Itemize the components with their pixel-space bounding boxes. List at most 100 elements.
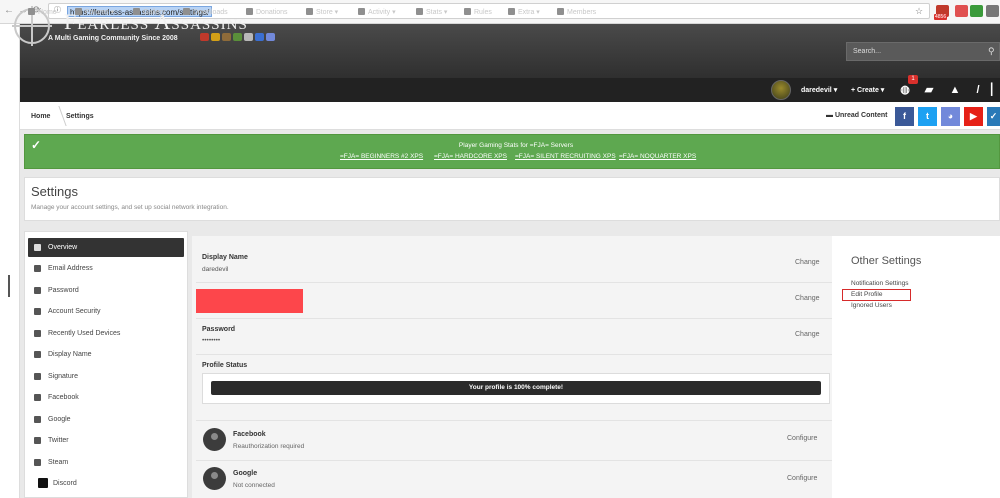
server-link[interactable]: =FJA= SILENT RECRUITING XPS (515, 153, 616, 160)
google-account-name: Google (233, 470, 258, 477)
twitter-icon[interactable]: t (918, 107, 937, 126)
display-name-value: daredevil (202, 266, 229, 273)
facebook-icon (34, 394, 41, 401)
nav-members-label: Members (567, 9, 597, 16)
facebook-account-status: Reauthorization required (233, 443, 305, 450)
server-link[interactable]: =FJA= BEGINNERS #2 XPS (340, 153, 423, 160)
profile-status-label: Profile Status (202, 362, 248, 369)
nav-extra[interactable]: Extra ▾ (508, 7, 540, 18)
profile-progress-bar: Your profile is 100% complete! (211, 381, 821, 395)
game-icon (211, 33, 220, 41)
ignored-users-link[interactable]: Ignored Users (851, 302, 892, 309)
pen-icon (34, 373, 41, 380)
ea-icon (255, 33, 264, 41)
nav-stats-label: Stats (426, 9, 442, 16)
breadcrumb-home[interactable]: Home (31, 113, 50, 120)
sidebar-item-discord[interactable]: Discord (28, 474, 184, 493)
overflow-icon[interactable]: ▏ (991, 83, 1000, 97)
steam-icon (34, 459, 41, 466)
nav-downloads[interactable]: Downloads (183, 7, 228, 18)
messages-icon[interactable]: ▰ (922, 83, 936, 97)
stats-banner (24, 134, 1000, 169)
nav-stats[interactable]: Stats ▾ (416, 7, 447, 18)
notifications-globe-icon[interactable]: ◍ (898, 83, 912, 97)
donation-icon (246, 8, 253, 15)
game-icon (244, 33, 253, 41)
star-icon[interactable]: ☆ (915, 6, 923, 17)
sidebar-item-label: Twitter (48, 437, 69, 444)
nav-gallery[interactable]: Gallery (133, 7, 165, 18)
google-account-status: Not connected (233, 482, 275, 489)
create-menu[interactable]: + Create ▾ (851, 84, 884, 98)
game-icon (233, 33, 242, 41)
sidebar-item-display-name[interactable]: Display Name (28, 345, 184, 364)
server-link[interactable]: =FJA= NOQUARTER XPS (619, 153, 696, 160)
server-link[interactable]: =FJA= HARDCORE XPS (434, 153, 507, 160)
facebook-icon[interactable]: f (895, 107, 914, 126)
discord-icon[interactable]: ◕ (941, 107, 960, 126)
create-label: Create (857, 87, 879, 94)
sidebar-item-password[interactable]: Password (28, 281, 184, 300)
game-icon (222, 33, 231, 41)
sidebar-item-facebook[interactable]: Facebook (28, 388, 184, 407)
notification-settings-link[interactable]: Notification Settings (851, 280, 908, 287)
configure-google-button[interactable]: Configure (787, 475, 817, 482)
sidebar-item-steam[interactable]: Steam (28, 453, 184, 472)
game-icons (200, 33, 300, 43)
nav-members[interactable]: Members (557, 7, 596, 18)
sidebar-item-overview[interactable]: Overview (28, 238, 184, 257)
user-icon (34, 351, 41, 358)
extension-icon[interactable] (970, 5, 983, 17)
sidebar-item-label: Recently Used Devices (48, 330, 121, 337)
sidebar-item-label: Display Name (48, 351, 92, 358)
nav-home[interactable]: Home (28, 7, 57, 18)
sidebar-item-devices[interactable]: Recently Used Devices (28, 324, 184, 343)
change-email-button[interactable]: Change (795, 295, 820, 302)
sidebar-item-email[interactable]: Email Address (28, 259, 184, 278)
sidebar-item-label: Password (48, 287, 79, 294)
page-subtitle: Manage your account settings, and set up… (31, 204, 229, 211)
nav-activity-label: Activity (368, 9, 391, 16)
check-social-icon[interactable]: ✓ (987, 107, 1000, 126)
nav-store[interactable]: Store ▾ (306, 7, 338, 18)
extension-icon[interactable] (986, 5, 999, 17)
breadcrumb-settings[interactable]: Settings (66, 113, 94, 120)
lock-icon (34, 308, 41, 315)
extension-icon[interactable] (955, 5, 968, 17)
settings-header-box (24, 177, 1000, 221)
sidebar-item-google[interactable]: Google (28, 410, 184, 429)
change-password-button[interactable]: Change (795, 331, 820, 338)
nav-rules[interactable]: Rules (464, 7, 492, 18)
google-icon (34, 416, 41, 423)
sidebar-item-label: Email Address (48, 265, 93, 272)
warning-icon[interactable]: ▲ (948, 83, 962, 97)
nav-activity[interactable]: Activity ▾ (358, 7, 396, 18)
nav-downloads-label: Downloads (193, 9, 228, 16)
youtube-icon[interactable]: ▶ (964, 107, 983, 126)
banner-title: Player Gaming Stats for =FJA= Servers (458, 142, 574, 149)
back-arrow-icon[interactable]: ← (3, 5, 15, 17)
game-icon (200, 33, 209, 41)
site-tagline: A Multi Gaming Community Since 2008 (48, 35, 178, 42)
nav-forums-label: Forums (85, 9, 109, 16)
sidebar-item-account-security[interactable]: Account Security (28, 302, 184, 321)
change-display-name-button[interactable]: Change (795, 259, 820, 266)
nav-forums[interactable]: Forums ▾ (75, 7, 114, 18)
nav-donations[interactable]: Donations (246, 7, 288, 18)
divider (196, 318, 832, 319)
search-icon[interactable]: ⚲ (988, 46, 998, 56)
camera-icon (133, 8, 140, 15)
sidebar-item-signature[interactable]: Signature (28, 367, 184, 386)
divider (196, 282, 832, 283)
user-avatar[interactable] (771, 80, 791, 100)
search-input[interactable]: Search... (846, 42, 1000, 61)
facebook-avatar (203, 428, 226, 451)
divider (196, 420, 832, 421)
sidebar-item-twitter[interactable]: Twitter (28, 431, 184, 450)
nav-rules-label: Rules (474, 9, 492, 16)
unread-content-link[interactable]: ▬ Unread Content (826, 112, 887, 119)
brush-icon[interactable]: / (971, 83, 985, 97)
nav-home-label: Home (38, 9, 57, 16)
configure-facebook-button[interactable]: Configure (787, 435, 817, 442)
user-menu[interactable]: daredevil ▾ (801, 84, 837, 98)
